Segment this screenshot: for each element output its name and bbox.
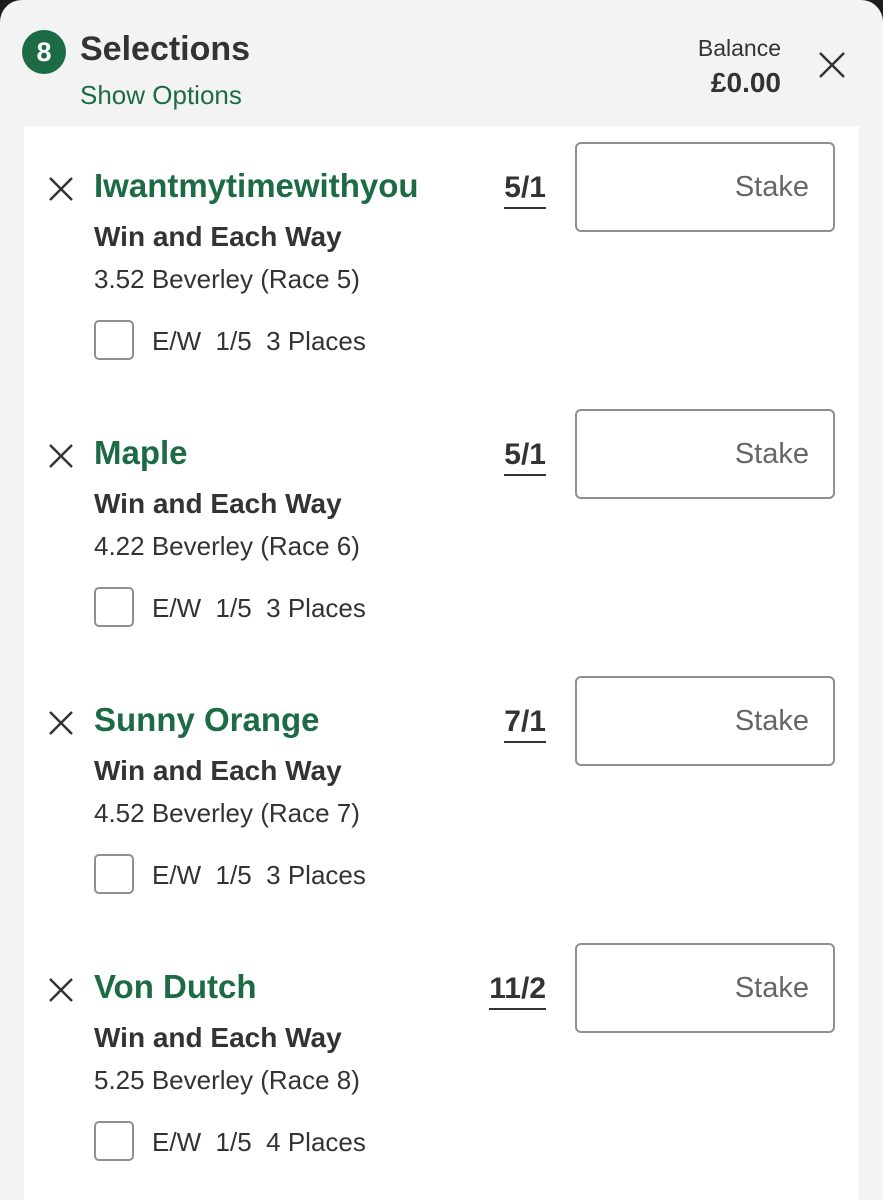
each-way-terms: E/W 1/5 3 Places [152,593,366,623]
runner-name: Maple [94,434,188,471]
selection-item: Von Dutch 11/2 Win and Each Way 5.25 Bev… [24,927,859,1194]
stake-input[interactable] [575,409,835,499]
selection-item: Iwantmytimewithyou 5/1 Win and Each Way … [24,126,859,393]
odds-link[interactable]: 5/1 [504,171,546,209]
page-title: Selections [80,30,251,68]
selections-list: Iwantmytimewithyou 5/1 Win and Each Way … [24,126,859,1200]
close-icon [49,444,73,468]
market-label: Win and Each Way [94,1022,342,1053]
close-icon [49,177,73,201]
selection-item: Maple 5/1 Win and Each Way 4.22 Beverley… [24,393,859,660]
market-label: Win and Each Way [94,488,342,519]
each-way-checkbox[interactable] [94,587,134,627]
each-way-checkbox[interactable] [94,854,134,894]
each-way-checkbox[interactable] [94,320,134,360]
odds-link[interactable]: 5/1 [504,438,546,476]
show-options-link[interactable]: Show Options [80,80,242,111]
each-way-terms: E/W 1/5 4 Places [152,1127,366,1157]
close-icon [49,978,73,1002]
remove-selection-button[interactable] [46,441,76,471]
close-icon [49,711,73,735]
runner-name: Von Dutch [94,968,257,1005]
balance-label: Balance [697,35,781,61]
remove-selection-button[interactable] [46,174,76,204]
betslip-panel: 8 Selections Show Options Balance £0.00 … [0,0,883,1200]
selection-item: Sunny Orange 7/1 Win and Each Way 4.52 B… [24,660,859,927]
runner-name: Iwantmytimewithyou [94,167,419,204]
odds-link[interactable]: 7/1 [504,705,546,743]
runner-name: Sunny Orange [94,701,320,738]
stake-input[interactable] [575,676,835,766]
each-way-terms: E/W 1/5 3 Places [152,326,366,356]
odds-link[interactable]: 11/2 [489,972,546,1010]
remove-selection-button[interactable] [46,708,76,738]
event-label: 3.52 Beverley (Race 5) [94,264,360,294]
balance-value: £0.00 [710,67,781,98]
selection-count-badge: 8 [22,30,66,74]
stake-input[interactable] [575,142,835,232]
market-label: Win and Each Way [94,755,342,786]
event-label: 4.22 Beverley (Race 6) [94,531,360,561]
each-way-terms: E/W 1/5 3 Places [152,860,366,890]
each-way-checkbox[interactable] [94,1121,134,1161]
market-label: Win and Each Way [94,221,342,252]
close-icon [819,52,845,78]
event-label: 5.25 Beverley (Race 8) [94,1065,360,1095]
close-button[interactable] [815,48,849,82]
event-label: 4.52 Beverley (Race 7) [94,798,360,828]
stake-input[interactable] [575,943,835,1033]
remove-selection-button[interactable] [46,975,76,1005]
